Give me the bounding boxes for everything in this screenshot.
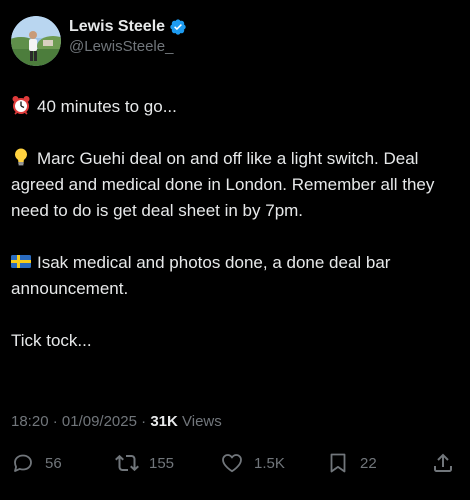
- reply-count: 56: [45, 454, 62, 472]
- action-bar: 56 155 1.5K 22: [0, 448, 470, 478]
- tweet-meta: 18:20 · 01/09/2025 · 31K Views: [11, 411, 222, 433]
- bookmark-button[interactable]: 22: [326, 448, 377, 478]
- name-row: Lewis Steele: [69, 17, 187, 37]
- repost-icon: [115, 454, 139, 472]
- tweet-line-text: Isak medical and photos done, a done dea…: [11, 253, 391, 298]
- tweet-line-2: Marc Guehi deal on and off like a light …: [11, 146, 450, 224]
- bookmark-count: 22: [360, 454, 377, 472]
- heart-icon: [222, 454, 242, 473]
- share-button[interactable]: [431, 448, 455, 478]
- like-count: 1.5K: [254, 454, 285, 472]
- like-button[interactable]: 1.5K: [220, 448, 285, 478]
- share-icon: [434, 453, 452, 472]
- tweet-line-text: 40 minutes to go...: [37, 97, 177, 116]
- reply-icon: [14, 454, 32, 472]
- tweet-date[interactable]: 01/09/2025: [62, 413, 137, 430]
- verified-badge-icon: [169, 18, 187, 36]
- avatar[interactable]: [11, 16, 61, 66]
- tweet-time[interactable]: 18:20: [11, 413, 49, 430]
- author-names: Lewis Steele @LewisSteele_: [69, 17, 187, 57]
- repost-count: 155: [149, 454, 175, 472]
- meta-separator: ·: [141, 413, 147, 430]
- views-count: 31K: [150, 413, 178, 430]
- sweden-flag-icon: [11, 251, 31, 271]
- author-handle[interactable]: @LewisSteele_: [69, 37, 187, 57]
- views-label: Views: [182, 413, 222, 430]
- tweet-line-text: Marc Guehi deal on and off like a light …: [11, 149, 435, 220]
- repost-button[interactable]: 155: [115, 448, 174, 478]
- bookmark-icon: [330, 453, 346, 473]
- tweet-line-text: Tick tock...: [11, 331, 92, 350]
- meta-separator: ·: [52, 413, 58, 430]
- tweet-line-4: Tick tock...: [11, 328, 450, 354]
- tweet: Lewis Steele @LewisSteele_ 40 minutes to…: [0, 0, 470, 500]
- tweet-line-3: Isak medical and photos done, a done dea…: [11, 250, 450, 302]
- alarm-clock-icon: [11, 95, 31, 115]
- tweet-body: 40 minutes to go... Marc Guehi deal on a…: [11, 94, 458, 354]
- tweet-line-1: 40 minutes to go...: [11, 94, 450, 120]
- tweet-header: Lewis Steele @LewisSteele_: [11, 12, 458, 68]
- light-bulb-icon: [11, 147, 31, 167]
- display-name[interactable]: Lewis Steele: [69, 17, 165, 37]
- reply-button[interactable]: 56: [11, 448, 62, 478]
